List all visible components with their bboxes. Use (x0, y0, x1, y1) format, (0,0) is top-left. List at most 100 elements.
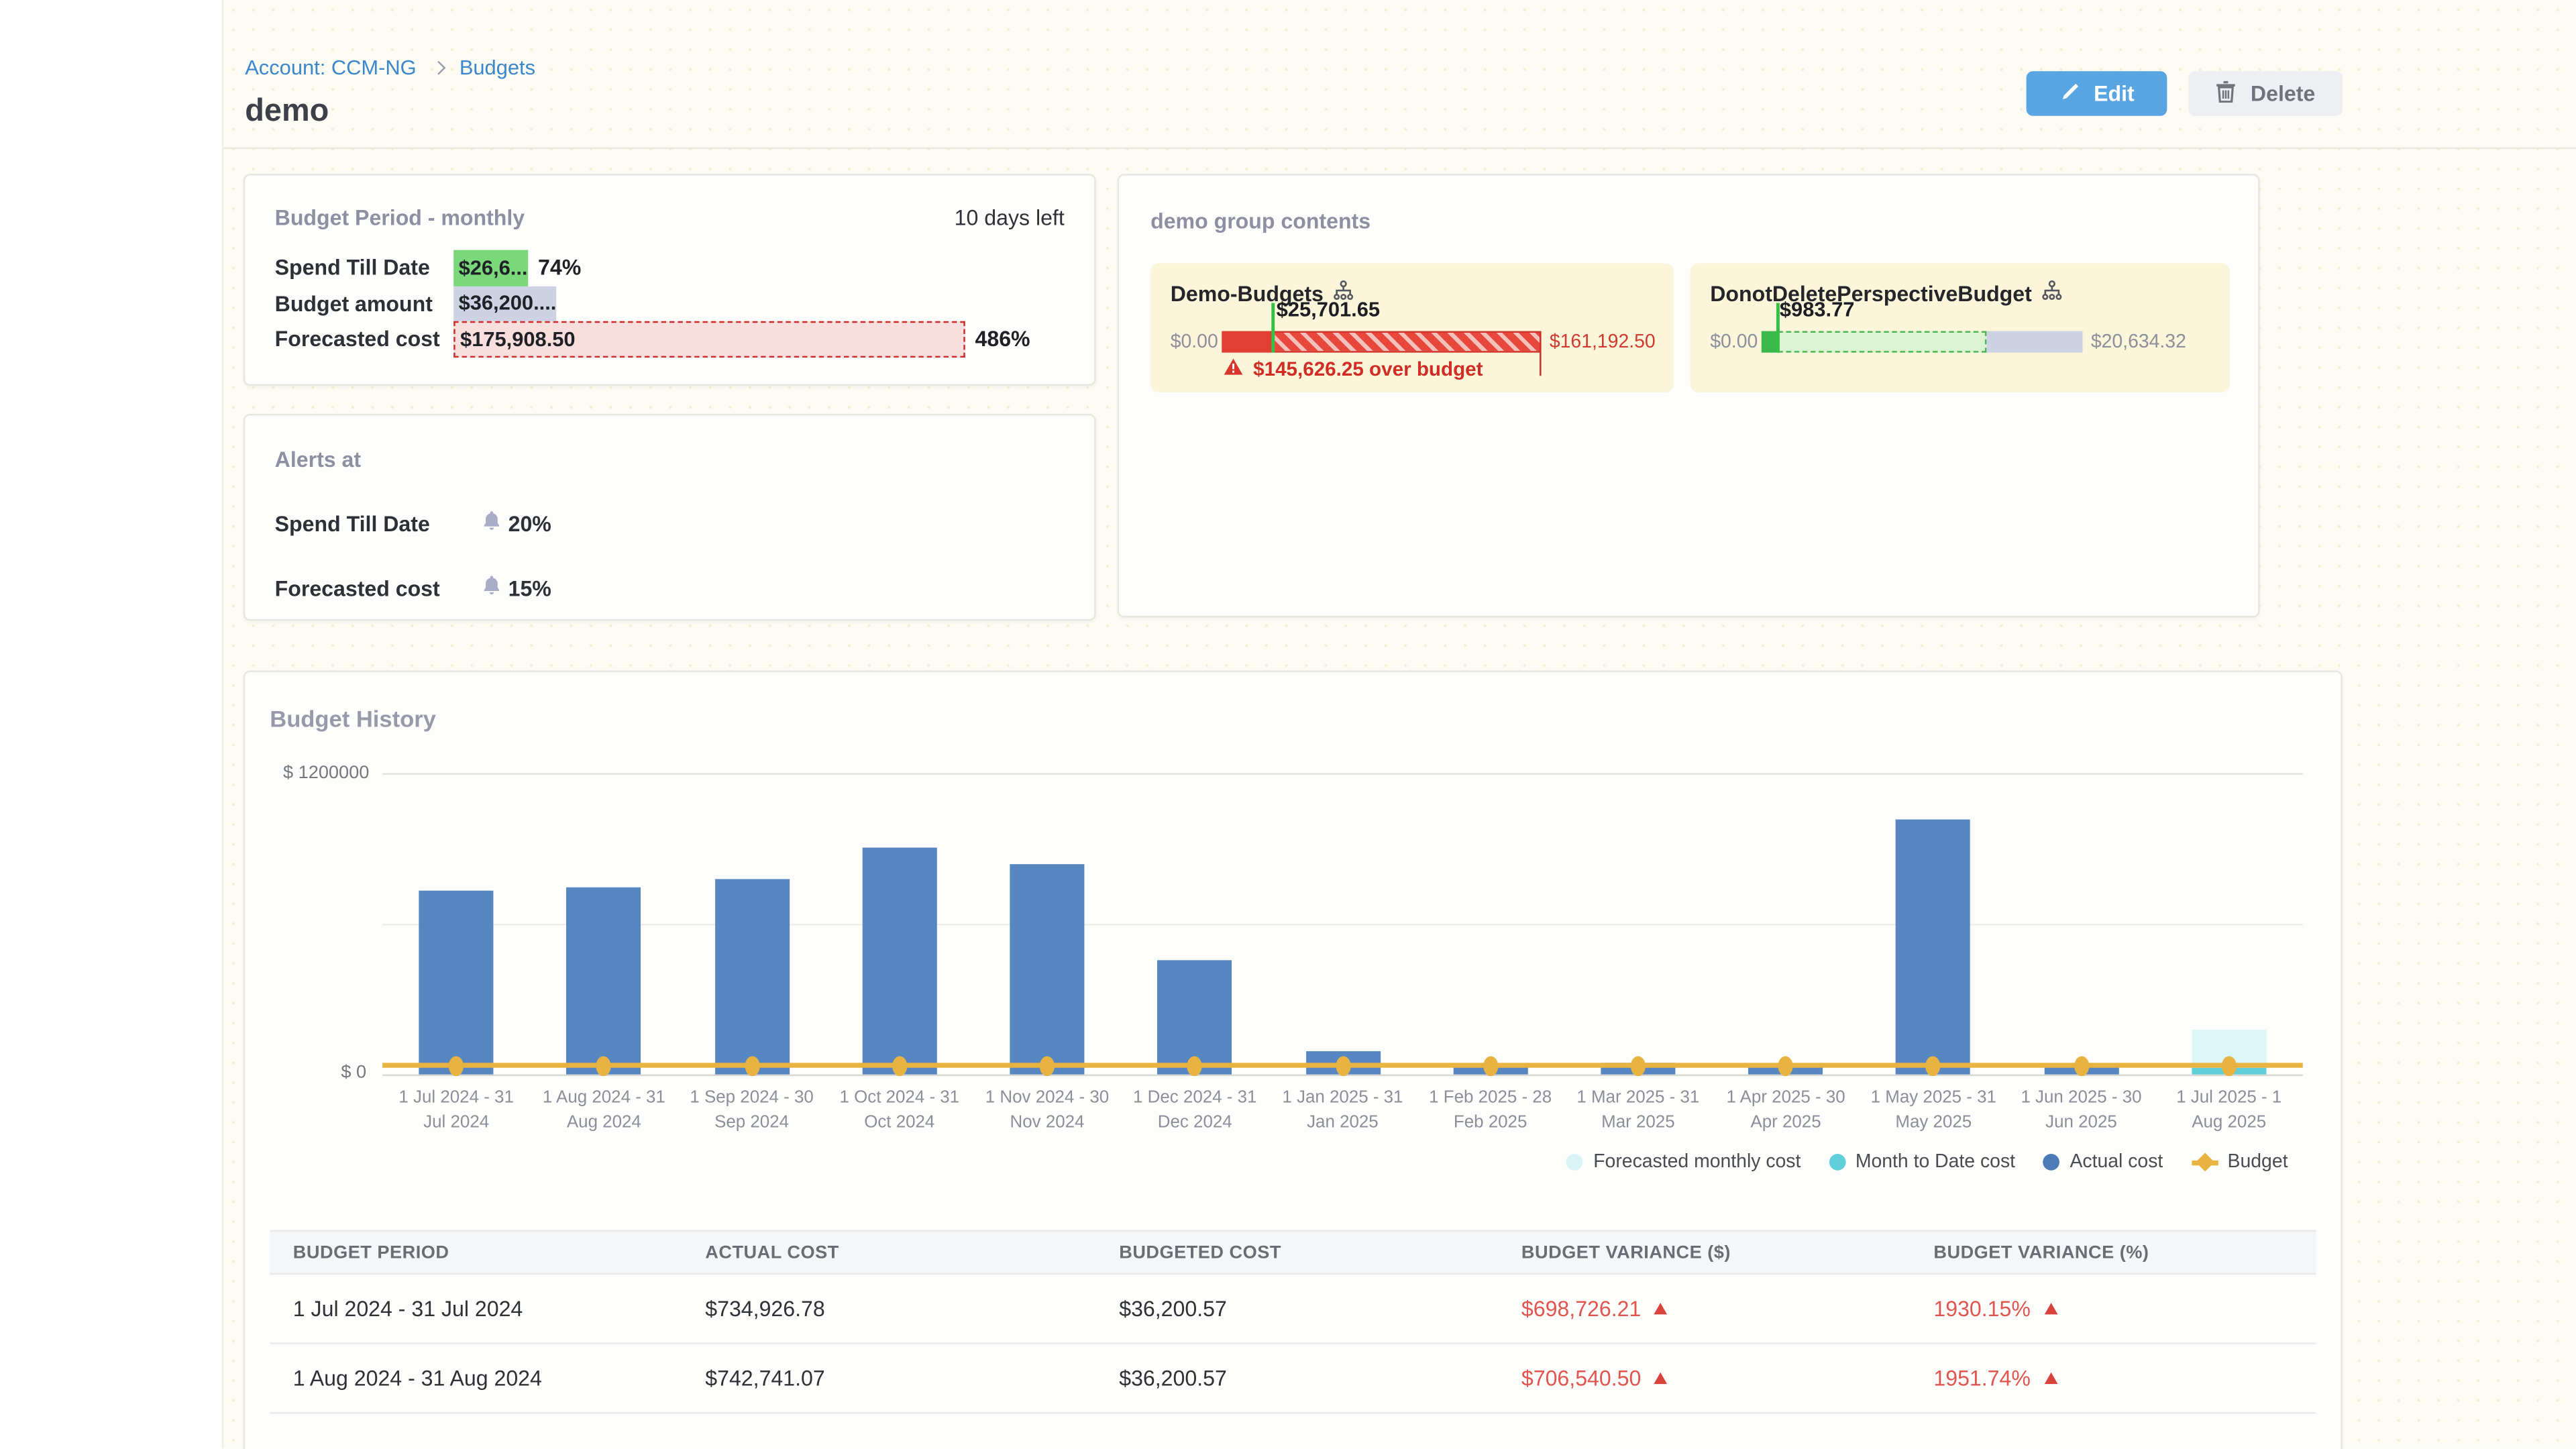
legend-label: Actual cost (2070, 1152, 2163, 1173)
budget-detail-page: Account: CCM-NG Budgets demo Edit Delete… (0, 0, 2576, 1449)
breadcrumb-account-link[interactable]: Account: CCM-NG (245, 56, 416, 80)
chart-slot (2155, 773, 2303, 1074)
cell-variance-usd: $698,726.21 (1498, 1296, 1910, 1321)
legend-item-actual-cost[interactable]: Actual cost (2043, 1152, 2163, 1173)
spend-till-date-label: Spend Till Date (275, 256, 454, 280)
alert-spend-value: 20% (508, 511, 551, 535)
chart-slot (973, 773, 1121, 1074)
x-axis-labels: 1 Jul 2024 - 31 Jul 20241 Aug 2024 - 31 … (382, 1086, 2303, 1136)
edit-button-label: Edit (2094, 81, 2135, 106)
chart-slot (2007, 773, 2155, 1074)
spend-till-date-row: Spend Till Date $26,6... 74% (275, 250, 1065, 286)
alert-forecast-value: 15% (508, 576, 551, 600)
group-contents-card: demo group contents Demo-Budgets $25,701… (1118, 174, 2260, 617)
breadcrumb-budgets-link[interactable]: Budgets (460, 56, 535, 80)
alerts-card: Alerts at Spend Till Date 20% Forecasted… (244, 414, 1096, 621)
over-budget-end-line (1539, 331, 1542, 376)
x-axis-label: 1 Dec 2024 - 31 Dec 2024 (1121, 1086, 1269, 1136)
chart-slot (530, 773, 678, 1074)
demo-budgets-status-bar (1222, 331, 1541, 353)
legend-item-forecasted-monthly-cost[interactable]: Forecasted monthly cost (1567, 1152, 1801, 1173)
col-header-budgeted-cost: BUDGETED COST (1096, 1242, 1499, 1263)
demo-budgets-spend-value: $25,701.65 (1277, 298, 1380, 321)
bell-icon (482, 574, 502, 600)
forecasted-cost-percent: 486% (975, 327, 1030, 352)
bell-icon (482, 510, 502, 536)
warning-triangle-icon (1224, 358, 1244, 381)
chart-slot (1417, 773, 1564, 1074)
table-row: 1 Jul 2024 - 31 Jul 2024 $734,926.78 $36… (270, 1275, 2316, 1344)
chart-slot (826, 773, 973, 1074)
chevron-right-icon (431, 61, 445, 75)
chart-slot (1121, 773, 1269, 1074)
demo-budgets-min-label: $0.00 (1171, 332, 1222, 352)
cell-variance-pct: 1951.74% (1911, 1366, 2316, 1391)
over-budget-segment (1273, 331, 1542, 353)
over-budget-alert-text: $145,626.25 over budget (1253, 358, 1483, 381)
edit-button[interactable]: Edit (2027, 71, 2167, 116)
budget-marker (1483, 1055, 1497, 1075)
y-axis-tick-zero: $ 0 (341, 1063, 366, 1083)
cell-variance-pct: 1930.15% (1911, 1296, 2316, 1321)
legend-label: Month to Date cost (1856, 1152, 2015, 1173)
x-axis-label: 1 Aug 2024 - 31 Aug 2024 (530, 1086, 678, 1136)
budget-item-donot-delete[interactable]: DonotDeletePerspectiveBudget $983.77 $0.… (1690, 263, 2231, 392)
chart-slot (1269, 773, 1416, 1074)
chart-bars (382, 773, 2303, 1074)
chart-slot (678, 773, 825, 1074)
spend-marker-line (1776, 303, 1780, 353)
budget-marker (2074, 1055, 2088, 1075)
arrow-up-icon (2044, 1373, 2057, 1384)
alert-forecast-label: Forecasted cost (275, 576, 482, 600)
budget-amount-bar: $36,200.... (453, 286, 556, 321)
budget-marker (2221, 1055, 2236, 1075)
actual-cost-bar (862, 848, 936, 1075)
spent-segment (1762, 331, 1778, 353)
actual-cost-bar (419, 890, 494, 1075)
days-left-label: 10 days left (955, 205, 1065, 230)
cell-budgeted-cost: $36,200.57 (1096, 1296, 1499, 1321)
x-axis-label: 1 Sep 2024 - 30 Sep 2024 (678, 1086, 825, 1136)
alert-row-forecast: Forecasted cost 15% (275, 574, 1065, 600)
forecast-swatch-icon (1567, 1154, 1584, 1171)
mtd-swatch-icon (1829, 1154, 1845, 1171)
delete-button-label: Delete (2251, 81, 2315, 106)
x-axis-label: 1 Jul 2024 - 31 Jul 2024 (382, 1086, 530, 1136)
budget-swatch-icon (2191, 1154, 2217, 1171)
donot-delete-name: DonotDeletePerspectiveBudget (1710, 280, 2032, 305)
cell-budgeted-cost: $36,200.57 (1096, 1366, 1499, 1391)
donot-delete-status-bar (1762, 331, 2083, 353)
budget-amount-label: Budget amount (275, 291, 454, 316)
legend-item-month-to-date-cost[interactable]: Month to Date cost (1829, 1152, 2015, 1173)
arrow-up-icon (2044, 1303, 2057, 1314)
budget-item-demo-budgets[interactable]: Demo-Budgets $25,701.65 $0.00 $161,192.5… (1150, 263, 1674, 392)
x-axis-label: 1 Apr 2025 - 30 Apr 2025 (1712, 1086, 1860, 1136)
arrow-up-icon (1654, 1373, 1668, 1384)
legend-item-budget[interactable]: Budget (2191, 1152, 2288, 1173)
remaining-segment (1986, 331, 2082, 353)
delete-button[interactable]: Delete (2188, 71, 2343, 116)
forecasted-cost-bar: $175,908.50 (453, 321, 965, 357)
actual-cost-bar (1896, 820, 1971, 1075)
col-header-budget-period: BUDGET PERIOD (270, 1242, 682, 1263)
forecasted-cost-row: Forecasted cost $175,908.50 486% (275, 321, 1065, 357)
spend-marker-line (1271, 303, 1275, 353)
budget-history-chart: $ 1200000 $ 0 1 Jul 2024 - 31 Jul 20241 … (245, 735, 2341, 1216)
hierarchy-icon (2042, 280, 2063, 306)
chart-slot (1712, 773, 1860, 1074)
chart-plot (382, 773, 2303, 1074)
col-header-budget-variance-pct: BUDGET VARIANCE (%) (1911, 1242, 2316, 1263)
breadcrumb: Account: CCM-NG Budgets (245, 56, 535, 80)
chart-legend: Forecasted monthly cost Month to Date co… (1567, 1152, 2288, 1173)
page-title: demo (245, 95, 329, 131)
demo-budgets-max-label: $161,192.50 (1550, 332, 1656, 352)
y-axis-tick-max: $ 1200000 (283, 763, 369, 784)
x-axis-label: 1 Jun 2025 - 30 Jun 2025 (2007, 1086, 2155, 1136)
col-header-actual-cost: ACTUAL COST (682, 1242, 1096, 1263)
cell-variance-usd: $706,540.50 (1498, 1366, 1910, 1391)
actual-swatch-icon (2043, 1154, 2060, 1171)
budget-amount-row: Budget amount $36,200.... (275, 286, 1065, 321)
budget-period-card: Budget Period - monthly 10 days left Spe… (244, 174, 1096, 386)
donot-delete-max-label: $20,634.32 (2091, 332, 2186, 352)
pencil-icon (2059, 80, 2080, 107)
